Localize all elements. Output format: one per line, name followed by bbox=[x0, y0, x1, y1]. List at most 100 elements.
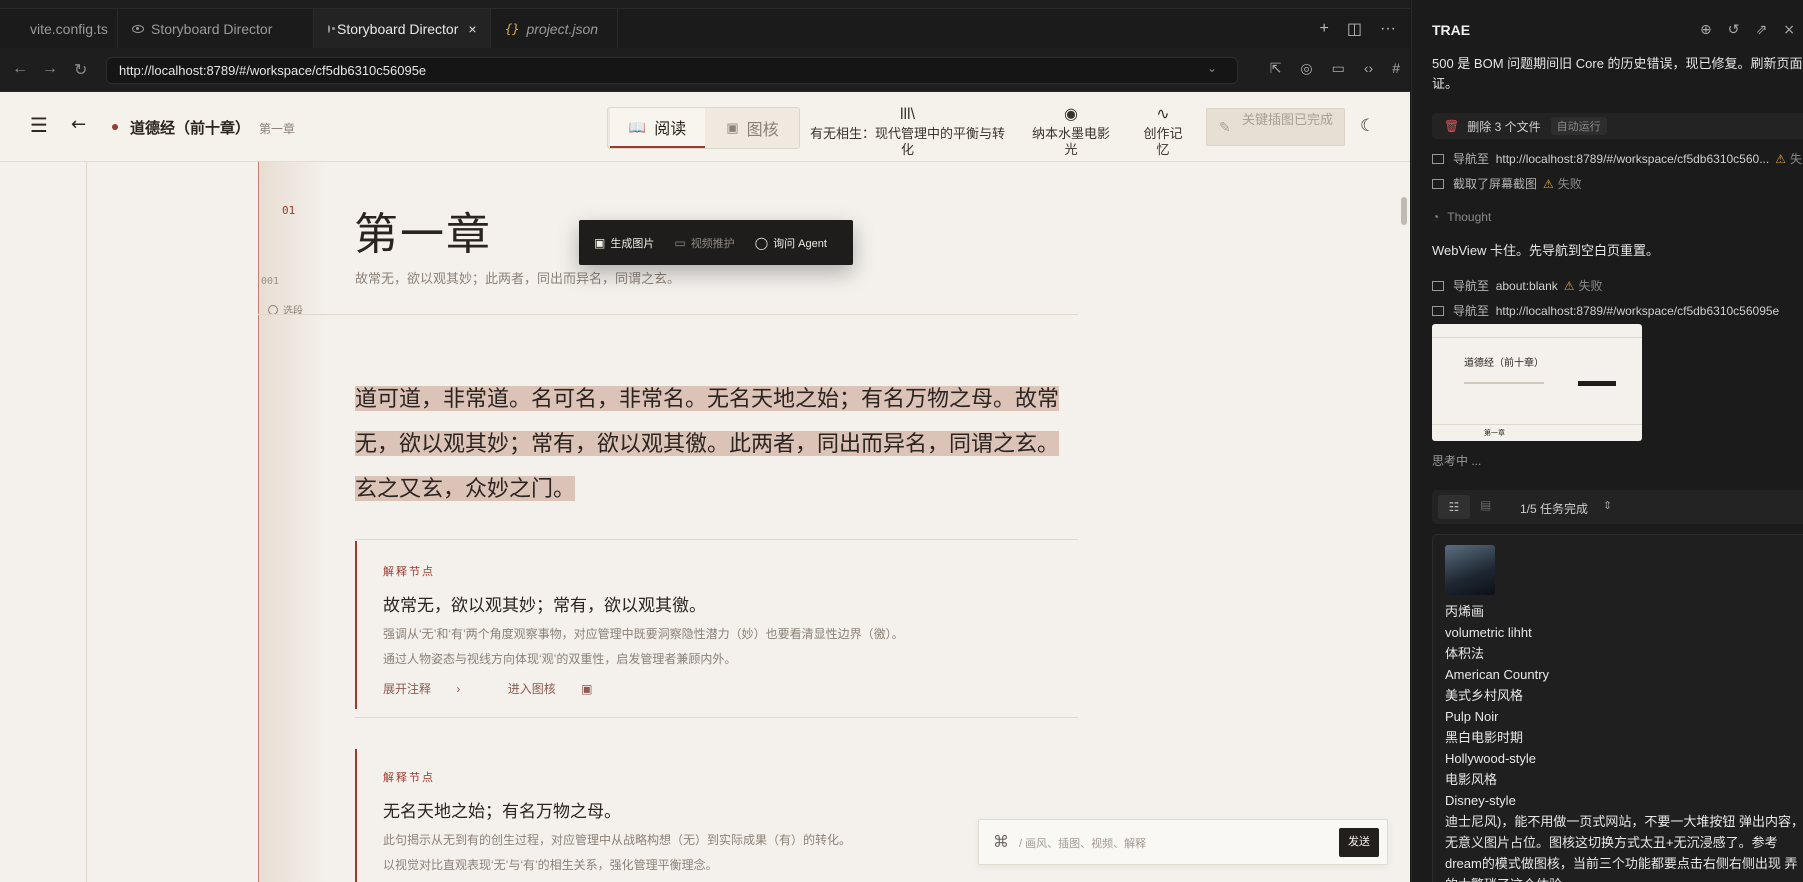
chevron-updown-icon[interactable]: ⇕ bbox=[1603, 499, 1612, 512]
editor-tab-bar: vite.config.ts Storyboard Director Story… bbox=[0, 8, 1410, 49]
target-icon[interactable]: ◎ bbox=[1300, 60, 1312, 77]
tab-grid-label: 图核 bbox=[746, 122, 779, 139]
url-input[interactable]: http://localhost:8789/#/workspace/cf5db6… bbox=[106, 57, 1238, 84]
trash-icon: 🗑 bbox=[1444, 119, 1460, 133]
style-menu-label: 纳本水墨电影光 bbox=[1031, 126, 1110, 157]
video-button[interactable]: ▭ 视频推护 bbox=[674, 235, 734, 251]
thumb-button bbox=[1578, 381, 1616, 386]
ask-agent-button[interactable]: ◯ 询问 Agent bbox=[755, 235, 827, 251]
tool-step[interactable]: 截取了屏幕截图 ⚠ 失败 bbox=[1432, 175, 1582, 192]
book-title: 道德经（前十章） bbox=[130, 119, 251, 137]
browser-icon bbox=[1432, 153, 1444, 164]
thumb-chapter: 第一章 bbox=[1484, 430, 1505, 437]
style-item: Disney-style bbox=[1445, 793, 1516, 808]
browser-icon bbox=[1432, 280, 1444, 291]
device-icon[interactable]: ▭ bbox=[1332, 60, 1345, 77]
auto-run-badge: 自动运行 bbox=[1550, 117, 1607, 135]
video-icon: ▭ bbox=[674, 235, 686, 250]
memory-menu-label: 创作记忆 bbox=[1143, 126, 1183, 157]
chapter-text[interactable]: 道可道，非常道。名可名，非常名。无名天地之始；有名万物之母。故常 无，欲以观其妙… bbox=[355, 376, 1085, 511]
back-arrow-icon[interactable]: ← bbox=[71, 114, 86, 135]
palette-icon: ◉ bbox=[1064, 106, 1078, 123]
card-label: 解释节点 bbox=[383, 772, 435, 784]
menu-icon[interactable]: ☰ bbox=[30, 113, 48, 137]
tool-step[interactable]: 导航至 http://localhost:8789/#/workspace/cf… bbox=[1432, 302, 1779, 319]
tab-grid[interactable]: ▣ 图核 bbox=[705, 108, 800, 148]
split-icon[interactable]: ◫ bbox=[1347, 19, 1362, 39]
reader-shade bbox=[259, 162, 329, 882]
tab-read-label: 阅读 bbox=[654, 121, 687, 138]
tab-storyboard-director-2[interactable]: Storyboard Director × bbox=[314, 9, 491, 49]
style-menu[interactable]: ◉ 纳本水墨电影光 bbox=[1030, 104, 1112, 158]
tab-storyboard-director-1[interactable]: Storyboard Director bbox=[118, 9, 314, 49]
new-chat-icon[interactable]: ⊕ bbox=[1700, 22, 1712, 38]
style-item: Hollywood-style bbox=[1445, 751, 1537, 766]
chapter-subtitle: 故常无，欲以观其妙；此两者，同出而异名，同谓之玄。 bbox=[355, 272, 681, 287]
card-title: 故常无，欲以观其妙；常有，欲以观其徼。 bbox=[383, 596, 706, 615]
thumb-line bbox=[1464, 382, 1544, 384]
step-status: 失败 bbox=[1578, 279, 1603, 293]
close-icon[interactable]: × bbox=[468, 21, 476, 37]
code-icon[interactable]: ‹› bbox=[1364, 60, 1373, 77]
tool-step[interactable]: 导航至 http://localhost:8789/#/workspace/cf… bbox=[1432, 150, 1803, 167]
eye-icon bbox=[132, 25, 144, 33]
step-label: 截取了屏幕截图 bbox=[1453, 177, 1538, 191]
generate-image-label: 生成图片 bbox=[610, 237, 655, 250]
text-line: 道可道，非常道。名可名，非常名。无名天地之始；有名万物之母。故常 bbox=[355, 386, 1060, 411]
radio-icon bbox=[268, 304, 278, 315]
hash-icon[interactable]: # bbox=[1392, 60, 1400, 77]
chat-icon: ◯ bbox=[754, 235, 769, 250]
forward-icon[interactable]: → bbox=[42, 60, 58, 78]
doc-icon[interactable]: ▤ bbox=[1480, 498, 1491, 512]
address-tools: ⇱ ◎ ▭ ‹› # bbox=[1270, 60, 1400, 77]
tab-vite-config[interactable]: vite.config.ts bbox=[0, 9, 118, 49]
delete-files-label: 删除 3 个文件 bbox=[1467, 119, 1541, 134]
book-icon: 📖 bbox=[628, 118, 647, 135]
task-progress-label[interactable]: 1/5 任务完成 bbox=[1520, 500, 1588, 517]
delete-files-step[interactable]: 🗑 删除 3 个文件 自动运行 bbox=[1432, 113, 1803, 139]
card-desc-line: 以视觉对比直观表现‘无’与‘有’的相生关系，强化管理平衡理念。 bbox=[383, 858, 718, 872]
image-icon: ▣ bbox=[581, 682, 593, 696]
command-input[interactable]: / 画风、插图、视频、解释 bbox=[1019, 835, 1146, 851]
style-item: 体积法 bbox=[1445, 646, 1485, 661]
style-list: 丙烯画 volumetric lihht 体积法 American Country 美式… bbox=[1445, 601, 1803, 882]
back-icon[interactable]: ← bbox=[12, 60, 28, 78]
paragraph-number: 001 bbox=[261, 276, 280, 287]
key-illustrations-button[interactable]: ✎ 关键插图已完成 bbox=[1206, 108, 1345, 146]
ask-agent-label: 询问 Agent bbox=[773, 237, 827, 250]
user-message: 丙烯画 volumetric lihht 体积法 American Country 美式… bbox=[1432, 534, 1803, 882]
chevron-down-icon[interactable]: ⌄ bbox=[1207, 61, 1217, 75]
card-desc-line: 通过人物姿态与视线方向体现‘观’的双重性，启发管理者兼顾内外。 bbox=[383, 652, 737, 666]
send-button[interactable]: 发送 bbox=[1339, 828, 1379, 857]
open-grid-link[interactable]: 进入图核 ▣ bbox=[508, 682, 615, 696]
reload-icon[interactable]: ↻ bbox=[74, 60, 87, 80]
style-item: 丙烯画 bbox=[1445, 604, 1485, 619]
more-icon[interactable]: ··· bbox=[1380, 20, 1396, 38]
plus-icon[interactable]: + bbox=[1320, 20, 1329, 38]
video-label: 视频推护 bbox=[690, 237, 735, 250]
activity-icon: ∿ bbox=[1156, 106, 1170, 123]
thought-toggle[interactable]: ◔ Thought bbox=[1432, 210, 1491, 224]
pointer-icon[interactable]: ⇱ bbox=[1270, 60, 1282, 77]
popout-icon[interactable]: ⇗ bbox=[1755, 22, 1767, 38]
attachment-thumbnail[interactable] bbox=[1445, 545, 1495, 595]
close-icon[interactable]: × bbox=[1783, 22, 1795, 38]
agent-message: 500 是 BOM 问题期间旧 Core 的历史错误，现已修复。刷新页面验证。 bbox=[1432, 56, 1803, 91]
scrollbar-thumb[interactable] bbox=[1401, 197, 1407, 225]
card-label: 解释节点 bbox=[383, 566, 435, 578]
theme-menu[interactable]: lll\ 有无相生：现代管理中的平衡与转化 bbox=[810, 104, 1005, 158]
tab-read[interactable]: 📖 阅读 bbox=[610, 108, 705, 148]
address-bar: ← → ↻ http://localhost:8789/#/workspace/… bbox=[0, 48, 1410, 92]
moon-icon[interactable]: ☾ bbox=[1360, 116, 1375, 136]
screenshot-thumbnail[interactable]: 道德经（前十章） 第一章 bbox=[1432, 324, 1642, 441]
generate-image-button[interactable]: ▣ 生成图片 bbox=[594, 235, 654, 251]
warning-icon: ⚠ bbox=[1563, 278, 1575, 293]
memory-menu[interactable]: ∿ 创作记忆 bbox=[1138, 104, 1188, 158]
tool-step[interactable]: 导航至 about:blank ⚠ 失败 bbox=[1432, 277, 1603, 294]
user-message-text: 迪士尼风)，能不用做一页式网站，不要一大堆按钮 弹出内容，无意义图片占位。图核这… bbox=[1445, 814, 1803, 882]
history-icon[interactable]: ↺ bbox=[1728, 22, 1740, 38]
style-item: Pulp Noir bbox=[1445, 709, 1499, 724]
expand-notes-link[interactable]: 展开注释 › bbox=[383, 682, 482, 696]
tab-project-json[interactable]: {} project.json bbox=[491, 9, 618, 49]
task-list-icon[interactable]: ☷ bbox=[1438, 495, 1470, 519]
